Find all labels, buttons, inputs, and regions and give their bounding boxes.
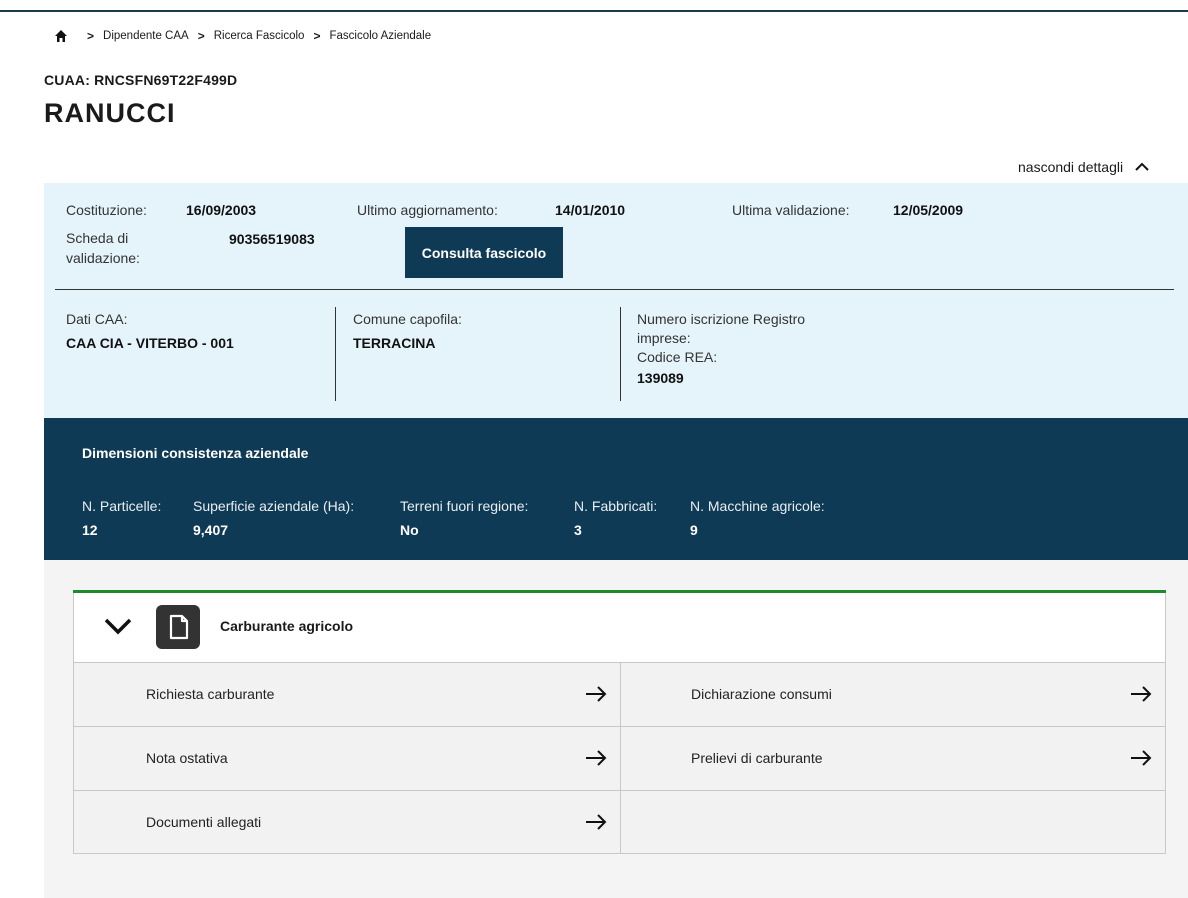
ultimo-aggiornamento-label: Ultimo aggiornamento: bbox=[357, 202, 498, 218]
breadcrumb-item-dipendente-caa[interactable]: Dipendente CAA bbox=[103, 30, 189, 42]
breadcrumb: > Dipendente CAA > Ricerca Fascicolo > F… bbox=[54, 27, 431, 45]
stat-value-terreni: No bbox=[400, 522, 419, 538]
menu-item-label: Prelievi di carburante bbox=[691, 750, 823, 766]
menu-item-label: Nota ostativa bbox=[146, 750, 228, 766]
chevron-up-icon bbox=[1135, 162, 1149, 171]
menu-item-label: Documenti allegati bbox=[146, 814, 262, 830]
scheda-validazione-label-line2: validazione: bbox=[66, 250, 140, 266]
menu-item-label: Richiesta carburante bbox=[146, 686, 275, 702]
home-icon[interactable] bbox=[54, 29, 68, 43]
document-icon bbox=[156, 605, 200, 649]
stat-label-terreni: Terreni fuori regione: bbox=[400, 498, 529, 514]
registro-imprese-label-line2: imprese: bbox=[637, 330, 691, 346]
stat-label-fabbricati: N. Fabbricati: bbox=[574, 498, 658, 514]
arrow-right-icon bbox=[586, 686, 607, 702]
column-divider bbox=[620, 307, 621, 401]
consulta-fascicolo-button[interactable]: Consulta fascicolo bbox=[405, 227, 563, 278]
dimensions-band: Dimensioni consistenza aziendale N. Part… bbox=[44, 418, 1188, 560]
dati-caa-value: CAA CIA - VITERBO - 001 bbox=[66, 335, 234, 351]
costituzione-value: 16/09/2003 bbox=[186, 202, 257, 218]
arrow-right-icon bbox=[586, 814, 607, 830]
arrow-right-icon bbox=[1131, 686, 1152, 702]
comune-capofila-label: Comune capofila: bbox=[353, 311, 462, 327]
column-divider bbox=[335, 307, 336, 401]
breadcrumb-separator: > bbox=[197, 29, 205, 43]
chevron-down-icon[interactable] bbox=[104, 617, 132, 635]
hide-details-toggle[interactable]: nascondi dettagli bbox=[1018, 152, 1188, 182]
hide-details-label: nascondi dettagli bbox=[1018, 159, 1124, 175]
scheda-validazione-label-line1: Scheda di bbox=[66, 230, 129, 246]
stat-value-macchine: 9 bbox=[690, 522, 698, 538]
scheda-validazione-value: 90356519083 bbox=[229, 231, 315, 247]
arrow-right-icon bbox=[586, 750, 607, 766]
menu-item-label: Dichiarazione consumi bbox=[691, 686, 832, 702]
cuaa-value: RNCSFN69T22F499D bbox=[94, 72, 238, 88]
breadcrumb-separator: > bbox=[87, 29, 95, 43]
dati-caa-label: Dati CAA: bbox=[66, 311, 128, 327]
dimensions-title: Dimensioni consistenza aziendale bbox=[82, 445, 309, 461]
breadcrumb-separator: > bbox=[313, 29, 321, 43]
comune-capofila-value: TERRACINA bbox=[353, 335, 436, 351]
menu-item-documenti-allegati[interactable]: Documenti allegati bbox=[74, 791, 620, 853]
page-title: RANUCCI bbox=[44, 98, 176, 128]
cuaa-line: CUAA: RNCSFN69T22F499D bbox=[44, 72, 237, 88]
stat-value-fabbricati: 3 bbox=[574, 522, 582, 538]
stat-label-macchine: N. Macchine agricole: bbox=[690, 498, 825, 514]
carburante-agricolo-card: Carburante agricolo Richiesta carburante… bbox=[73, 590, 1166, 854]
codice-rea-value: 139089 bbox=[637, 370, 684, 386]
costituzione-label: Costituzione: bbox=[66, 202, 147, 218]
cuaa-label: CUAA: bbox=[44, 72, 91, 88]
card-title: Carburante agricolo bbox=[220, 618, 354, 634]
ultimo-aggiornamento-value: 14/01/2010 bbox=[555, 202, 626, 218]
registro-imprese-label-line1: Numero iscrizione Registro bbox=[637, 311, 806, 327]
details-divider bbox=[55, 289, 1174, 290]
menu-item-prelievi-di-carburante[interactable]: Prelievi di carburante bbox=[621, 727, 1165, 791]
codice-rea-label: Codice REA: bbox=[637, 349, 718, 365]
stat-value-superficie: 9,407 bbox=[193, 522, 229, 538]
ultima-validazione-value: 12/05/2009 bbox=[893, 202, 964, 218]
empty-cell bbox=[621, 791, 1165, 853]
ultima-validazione-label: Ultima validazione: bbox=[732, 202, 850, 218]
stat-label-particelle: N. Particelle: bbox=[82, 498, 162, 514]
menu-item-nota-ostativa[interactable]: Nota ostativa bbox=[74, 727, 620, 791]
stat-value-particelle: 12 bbox=[82, 522, 98, 538]
arrow-right-icon bbox=[1131, 750, 1152, 766]
card-header[interactable]: Carburante agricolo bbox=[74, 593, 1165, 663]
stat-label-superficie: Superficie aziendale (Ha): bbox=[193, 498, 355, 514]
menu-item-dichiarazione-consumi[interactable]: Dichiarazione consumi bbox=[621, 663, 1165, 727]
menu-item-richiesta-carburante[interactable]: Richiesta carburante bbox=[74, 663, 620, 727]
breadcrumb-item-ricerca-fascicolo[interactable]: Ricerca Fascicolo bbox=[214, 30, 305, 42]
breadcrumb-item-fascicolo-aziendale: Fascicolo Aziendale bbox=[329, 30, 432, 42]
top-rule bbox=[0, 10, 1188, 12]
column-divider bbox=[620, 663, 621, 854]
